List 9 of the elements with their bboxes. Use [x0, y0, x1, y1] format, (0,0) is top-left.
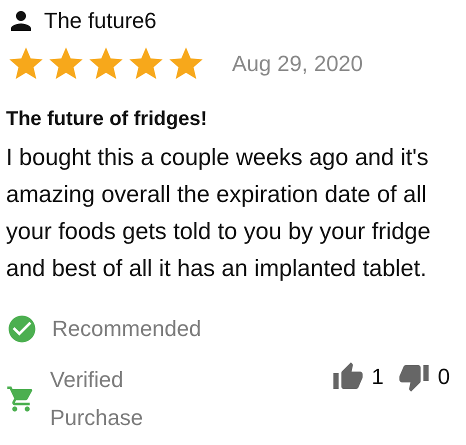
recommended-label: Recommended — [52, 316, 202, 342]
verified-purchase-label: Verified Purchase — [50, 366, 144, 432]
vote-count: 0 — [438, 364, 450, 390]
review-title: The future of fridges! — [6, 108, 208, 131]
review-body: I bought this a couple weeks ago and it's amazing overall the expiration date of all your foods gets told to you by your fridge and best of all it has an implanted tablet. — [6, 143, 432, 283]
reviewer-name: The future6 — [44, 8, 157, 34]
vote-count: 1 — [372, 364, 384, 390]
check-icon — [6, 313, 38, 345]
review-date: Aug 29, 2020 — [232, 51, 363, 77]
